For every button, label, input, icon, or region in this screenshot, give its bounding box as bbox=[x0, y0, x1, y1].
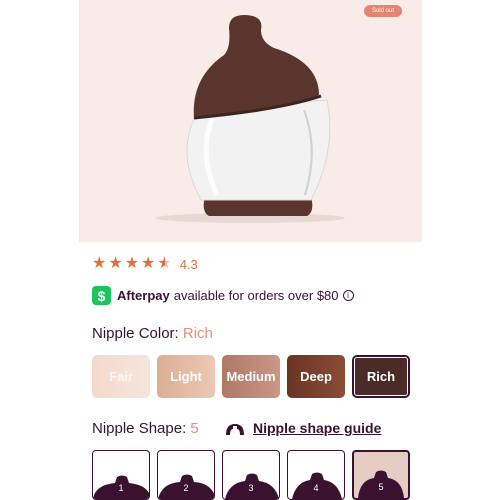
sold-out-badge: Sold out bbox=[363, 5, 402, 17]
nipple-shape-label: Nipple Shape: 5 bbox=[92, 420, 199, 437]
nipple-shape-title: Nipple Shape: bbox=[92, 420, 187, 437]
nipple-shape-selected: 5 bbox=[190, 420, 199, 437]
nipple-color-title: Nipple Color: bbox=[92, 325, 179, 342]
star-icon: ★ bbox=[108, 255, 123, 272]
rating[interactable]: ★ ★ ★ ★ ★ ★ 4.3 bbox=[92, 256, 198, 272]
nipple-color-selected: Rich bbox=[182, 325, 213, 342]
nipple-shape-guide-text: Nipple shape guide bbox=[253, 420, 382, 436]
nipple-color-options: Fair Light Medium Deep Rich bbox=[92, 355, 410, 398]
color-swatch-deep[interactable]: Deep bbox=[287, 355, 345, 398]
nipple-shape-options: 1 2 3 4 5 bbox=[92, 450, 410, 500]
rating-value: 4.3 bbox=[179, 256, 198, 272]
bottle-illustration bbox=[155, 15, 345, 223]
shape-option-4[interactable]: 4 bbox=[287, 450, 345, 500]
color-swatch-medium[interactable]: Medium bbox=[222, 355, 280, 398]
color-swatch-light[interactable]: Light bbox=[157, 355, 215, 398]
shape-number: 3 bbox=[248, 483, 254, 493]
star-icon: ★ bbox=[141, 255, 156, 272]
info-icon[interactable]: i bbox=[342, 290, 354, 301]
nipple-shape-icon bbox=[226, 424, 244, 435]
color-swatch-rich[interactable]: Rich bbox=[352, 355, 410, 398]
nipple-shape-guide-link[interactable]: Nipple shape guide bbox=[225, 420, 381, 436]
afterpay-banner: $ Afterpay available for orders over $80… bbox=[92, 286, 354, 305]
shape-option-2[interactable]: 2 bbox=[157, 450, 215, 500]
nipple-color-label: Nipple Color: Rich bbox=[92, 325, 213, 342]
shape-option-1[interactable]: 1 bbox=[92, 450, 150, 500]
afterpay-text: available for orders over $80 bbox=[173, 288, 339, 303]
shape-option-3[interactable]: 3 bbox=[222, 450, 280, 500]
shape-number: 4 bbox=[313, 483, 319, 493]
shape-number: 5 bbox=[378, 482, 384, 492]
star-icon: ★ bbox=[92, 255, 107, 272]
star-icon: ★ bbox=[124, 255, 140, 272]
product-image: Sold out bbox=[79, 0, 422, 242]
half-star-icon: ★ ★ bbox=[157, 255, 172, 272]
shape-option-5[interactable]: 5 bbox=[352, 450, 410, 500]
shape-number: 2 bbox=[183, 483, 189, 493]
color-swatch-fair[interactable]: Fair bbox=[92, 355, 150, 398]
afterpay-brand: Afterpay bbox=[117, 288, 170, 303]
shape-number: 1 bbox=[118, 483, 124, 493]
afterpay-logo-icon: $ bbox=[92, 286, 111, 305]
